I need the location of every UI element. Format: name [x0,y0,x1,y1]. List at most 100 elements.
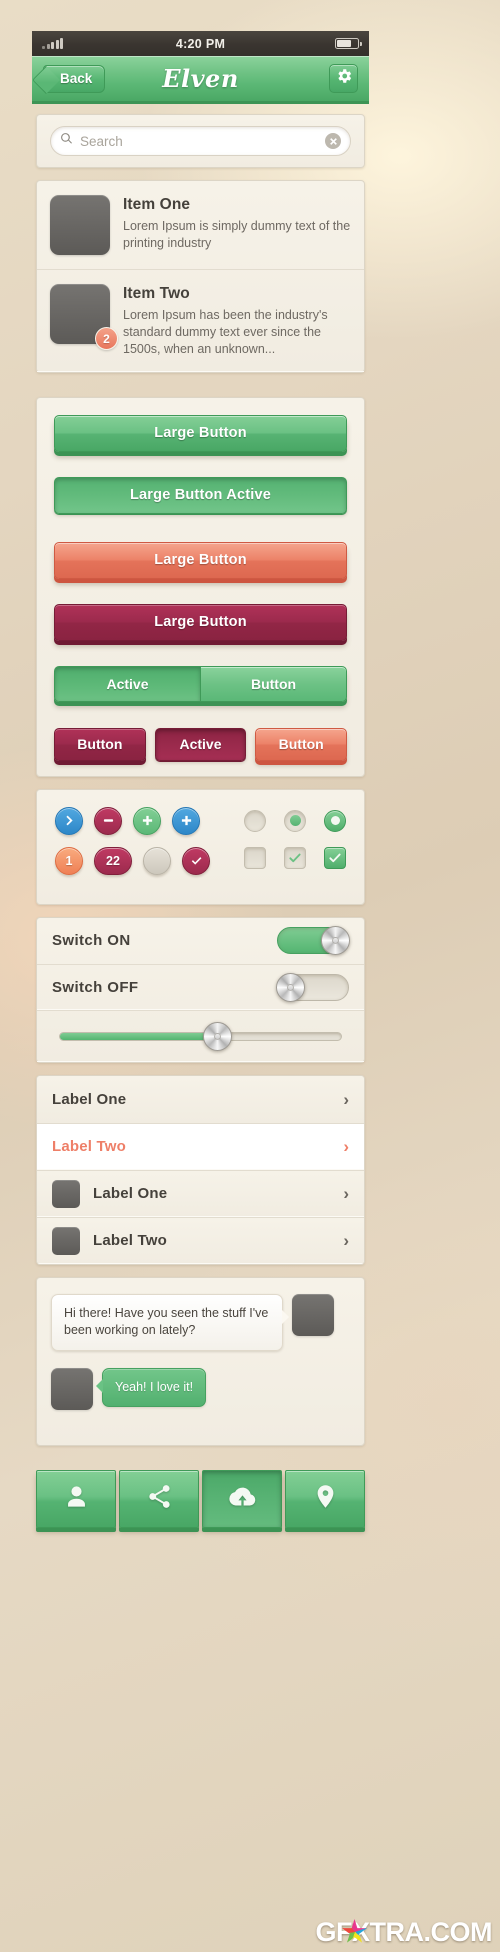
label-text: Label One [52,1090,127,1108]
radio-selected[interactable] [324,809,346,832]
avatar [51,1367,93,1410]
chat-bubble-them: Hi there! Have you seen the stuff I've b… [51,1293,289,1351]
badges-panel: 1 22 [36,788,365,905]
switches-panel: Switch ON Switch OFF [36,916,365,1063]
label-row-three[interactable]: Label One › [37,1169,364,1217]
switch-label: Switch OFF [52,978,139,996]
list-item-subtitle: Lorem Ipsum is simply dummy text of the … [123,219,351,250]
switch-row-off: Switch OFF [37,963,364,1010]
slider-row [37,1009,364,1062]
badge-row-counts: 1 22 [55,846,238,875]
label-thumbnail [52,1226,80,1255]
minus-icon[interactable] [94,806,122,835]
count-badge-one: 1 [55,846,83,875]
labels-panel: Label One › Label Two › Label One › Labe… [36,1074,365,1265]
list-item-subtitle: Lorem Ipsum has been the industry's stan… [123,308,328,356]
slider-knob[interactable] [203,1021,233,1051]
label-row-four[interactable]: Label Two › [37,1216,364,1264]
slider-track[interactable] [59,1021,342,1051]
label-text: Label One [93,1185,168,1203]
list-item-badge: 2 [95,327,118,350]
plus-icon[interactable] [133,806,161,835]
chevron-right-icon: › [343,1089,349,1109]
label-text: Label Two [52,1138,127,1156]
search-box[interactable] [50,126,351,156]
label-row-one[interactable]: Label One › [37,1075,364,1123]
chat-panel: Hi there! Have you seen the stuff I've b… [36,1276,365,1446]
buttons-panel: Large Button Large Button Active Large B… [36,396,365,777]
segmented-control: Active Button [54,665,347,702]
chevron-right-icon: › [343,1184,349,1204]
check-icon[interactable] [182,846,210,875]
segment-active[interactable]: Active [54,665,200,702]
watermark: GFXTRA.COM [316,1917,493,1948]
tab-upload[interactable] [202,1469,282,1528]
search-icon [60,132,80,150]
list-item-thumbnail: 2 [50,284,118,350]
status-time: 4:20 PM [175,36,226,51]
slider-fill [60,1032,218,1040]
switch-label: Switch ON [52,932,131,950]
toggle-switch-on[interactable] [277,926,350,956]
back-button-label: Back [60,71,93,86]
chat-row-me: Yeah! I love it! [51,1367,350,1410]
share-icon [146,1483,173,1515]
small-button-salmon[interactable]: Button [255,727,348,761]
list-item-title: Item Two [123,285,190,302]
tab-share[interactable] [119,1469,199,1528]
nav-bar: Back Elven [32,56,369,104]
list-item-title: Item One [123,196,191,213]
chevron-right-icon[interactable] [55,806,83,835]
phone-mockup: 4:20 PM Back Elven Search Item One Lorem… [32,31,369,1915]
small-button-crimson[interactable]: Button [54,727,146,761]
radio-soft-selected[interactable] [284,809,306,832]
small-buttons-row: Button Active Button [54,727,348,761]
count-badge-twentytwo: 22 [94,846,132,875]
segment-button[interactable]: Button [200,665,347,702]
switch-knob[interactable] [321,926,350,956]
search-input[interactable] [80,133,325,149]
large-button-active[interactable]: Large Button Active [54,476,347,514]
label-text: Label Two [93,1232,168,1250]
status-bar: 4:20 PM [32,31,369,56]
watermark-text: GFXTRA.COM [315,1917,493,1947]
battery-icon [335,38,362,49]
empty-badge [143,846,171,875]
label-row-two-highlighted[interactable]: Label Two › [37,1122,364,1170]
label-thumbnail [52,1179,80,1208]
tab-profile[interactable] [36,1469,116,1528]
list-item[interactable]: 2 Item Two Lorem Ipsum has been the indu… [37,269,364,372]
large-button[interactable]: Large Button [54,414,347,452]
chat-bubble-me: Yeah! I love it! [95,1367,207,1408]
chat-row-them: Hi there! Have you seen the stuff I've b… [51,1293,350,1351]
list-item-thumbnail [50,195,110,255]
radio-group [244,809,346,832]
switch-knob[interactable] [276,972,305,1002]
plus-icon[interactable] [172,806,200,835]
checkbox-empty[interactable] [244,846,266,869]
map-pin-icon [312,1483,339,1515]
checkbox-group [244,846,346,869]
list-item[interactable]: Item One Lorem Ipsum is simply dummy tex… [37,181,364,269]
person-icon [63,1483,90,1515]
back-button[interactable]: Back [43,64,106,93]
cloud-upload-icon [228,1483,256,1515]
avatar [292,1293,334,1336]
chevron-right-icon: › [343,1137,349,1157]
clear-search-icon[interactable] [325,133,341,149]
settings-button[interactable] [329,64,358,93]
toggle-switch-off[interactable] [276,972,349,1002]
badge-row-icons [55,806,238,835]
list-panel: Item One Lorem Ipsum is simply dummy tex… [36,180,365,373]
large-button-crimson[interactable]: Large Button [54,603,347,641]
checkbox-soft-checked[interactable] [284,846,306,869]
small-button-active[interactable]: Active [154,727,247,761]
gear-icon [335,67,353,90]
tab-bar [36,1469,365,1528]
radio-empty[interactable] [244,809,266,832]
chevron-right-icon: › [343,1231,349,1251]
large-button-salmon[interactable]: Large Button [54,541,347,579]
switch-row-on: Switch ON [37,918,364,964]
tab-location[interactable] [285,1469,365,1528]
checkbox-checked[interactable] [324,846,346,869]
